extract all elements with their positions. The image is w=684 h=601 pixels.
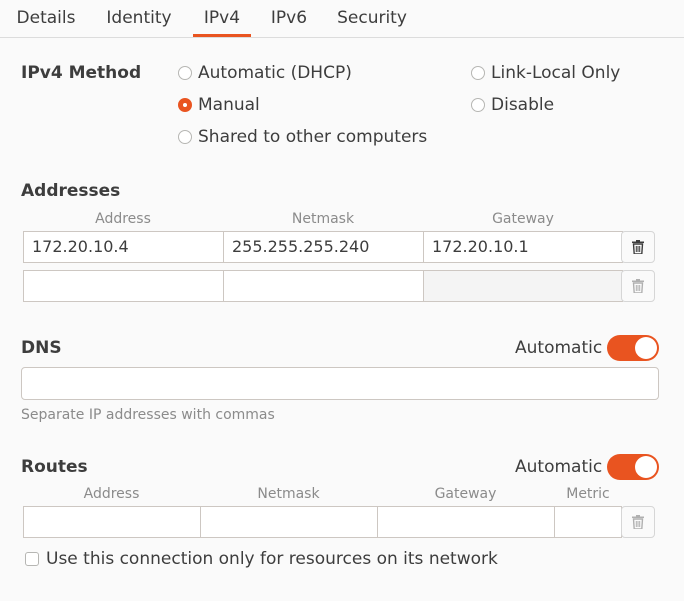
tab-identity[interactable]: Identity bbox=[100, 0, 178, 37]
route-gateway-field[interactable] bbox=[377, 506, 555, 538]
routes-col-metric: Metric bbox=[566, 486, 610, 502]
dns-hint: Separate IP addresses with commas bbox=[21, 407, 275, 423]
addresses-col-netmask: Netmask bbox=[291, 211, 355, 227]
radio-link-local[interactable]: Link-Local Only bbox=[471, 63, 620, 83]
routes-col-address: Address bbox=[83, 486, 140, 502]
addresses-col-gateway: Gateway bbox=[492, 211, 554, 227]
routes-col-netmask: Netmask bbox=[257, 486, 320, 502]
routes-col-gateway: Gateway bbox=[434, 486, 497, 502]
radio-label: Link-Local Only bbox=[491, 63, 621, 83]
toggle-knob bbox=[635, 456, 657, 478]
addresses-col-address: Address bbox=[95, 211, 151, 227]
local-only-label: Use this connection only for resources o… bbox=[46, 549, 498, 569]
delete-address-button[interactable] bbox=[621, 231, 655, 263]
radio-indicator bbox=[178, 98, 192, 112]
radio-label: Shared to other computers bbox=[198, 127, 428, 147]
ipv4-method-label: IPv4 Method bbox=[21, 63, 142, 83]
radio-automatic-dhcp[interactable]: Automatic (DHCP) bbox=[178, 63, 352, 83]
route-netmask-field[interactable] bbox=[200, 506, 378, 538]
address-field[interactable]: 172.20.10.4 bbox=[23, 231, 224, 263]
dns-automatic-label: Automatic bbox=[515, 338, 603, 358]
dns-input[interactable] bbox=[21, 367, 659, 400]
gateway-field[interactable] bbox=[423, 270, 623, 302]
delete-address-button[interactable] bbox=[621, 270, 655, 302]
radio-indicator bbox=[178, 66, 192, 80]
radio-indicator bbox=[178, 130, 192, 144]
trash-icon bbox=[632, 279, 644, 293]
tab-bar: Details Identity IPv4 IPv6 Security bbox=[0, 0, 684, 38]
radio-label: Disable bbox=[491, 95, 555, 115]
radio-indicator bbox=[471, 98, 485, 112]
netmask-field[interactable]: 255.255.255.240 bbox=[223, 231, 424, 263]
tab-ipv6[interactable]: IPv6 bbox=[263, 0, 315, 37]
radio-indicator bbox=[471, 66, 485, 80]
tab-details[interactable]: Details bbox=[10, 0, 82, 37]
routes-automatic-toggle[interactable] bbox=[607, 454, 659, 480]
tab-ipv4[interactable]: IPv4 bbox=[193, 0, 251, 37]
delete-route-button[interactable] bbox=[621, 506, 655, 538]
addresses-title: Addresses bbox=[21, 181, 121, 201]
routes-title: Routes bbox=[21, 457, 88, 477]
radio-label: Automatic (DHCP) bbox=[198, 63, 352, 83]
toggle-knob bbox=[635, 337, 657, 359]
trash-icon bbox=[632, 240, 644, 254]
tab-security[interactable]: Security bbox=[330, 0, 414, 37]
trash-icon bbox=[632, 515, 644, 529]
routes-automatic-label: Automatic bbox=[515, 457, 603, 477]
netmask-field[interactable] bbox=[223, 270, 424, 302]
radio-disable[interactable]: Disable bbox=[471, 95, 554, 115]
dns-title: DNS bbox=[21, 338, 62, 358]
route-address-field[interactable] bbox=[23, 506, 201, 538]
gateway-field[interactable]: 172.20.10.1 bbox=[423, 231, 623, 263]
local-only-checkbox-row[interactable]: Use this connection only for resources o… bbox=[25, 549, 498, 569]
radio-label: Manual bbox=[198, 95, 260, 115]
address-field[interactable] bbox=[23, 270, 224, 302]
dns-automatic-toggle[interactable] bbox=[607, 335, 659, 361]
local-only-checkbox[interactable] bbox=[25, 552, 39, 566]
radio-shared[interactable]: Shared to other computers bbox=[178, 127, 427, 147]
route-metric-field[interactable] bbox=[554, 506, 622, 538]
radio-manual[interactable]: Manual bbox=[178, 95, 260, 115]
